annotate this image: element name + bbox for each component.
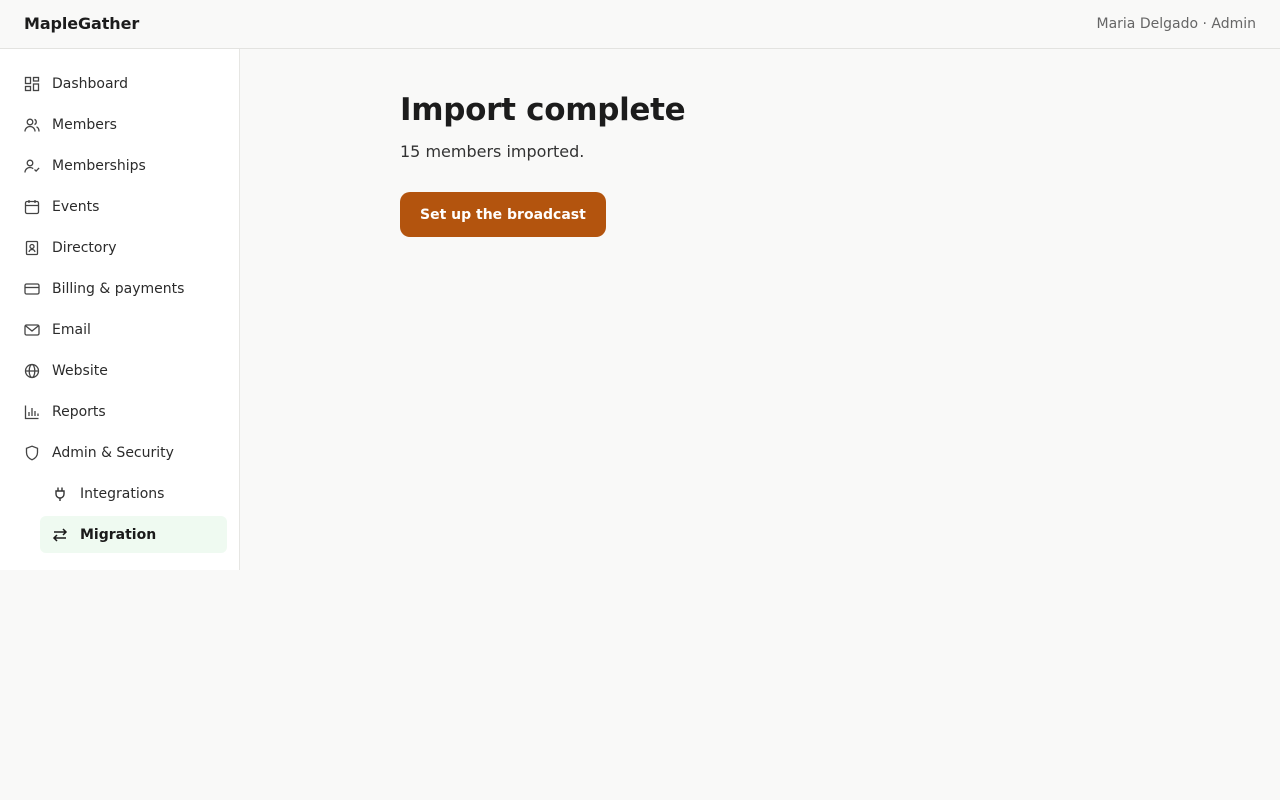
sidebar-item-integrations[interactable]: Integrations: [40, 475, 227, 512]
import-summary: 15 members imported.: [400, 142, 585, 161]
sidebar-item-label: Memberships: [52, 157, 146, 174]
sidebar-item-migration[interactable]: Migration: [40, 516, 227, 553]
sidebar-item-label: Admin & Security: [52, 444, 174, 461]
sidebar-item-label: Billing & payments: [52, 280, 185, 297]
sidebar-item-admin-security[interactable]: Admin & Security: [12, 434, 227, 471]
globe-icon: [24, 363, 40, 379]
sidebar: Dashboard Members Memberships Events Dir…: [0, 49, 240, 570]
sidebar-item-dashboard[interactable]: Dashboard: [12, 65, 227, 102]
sidebar-item-label: Dashboard: [52, 75, 128, 92]
sidebar-item-label: Reports: [52, 403, 106, 420]
sidebar-item-directory[interactable]: Directory: [12, 229, 227, 266]
sidebar-item-label: Members: [52, 116, 117, 133]
sidebar-item-events[interactable]: Events: [12, 188, 227, 225]
plug-icon: [52, 486, 68, 502]
sidebar-item-billing[interactable]: Billing & payments: [12, 270, 227, 307]
main-content: Import complete 15 members imported. Set…: [400, 92, 686, 237]
page-title: Import complete: [400, 92, 686, 128]
contact-book-icon: [24, 240, 40, 256]
sidebar-item-website[interactable]: Website: [12, 352, 227, 389]
sidebar-item-label: Events: [52, 198, 100, 215]
current-user[interactable]: Maria Delgado · Admin: [1096, 16, 1256, 32]
app-logo-text[interactable]: MapleGather: [24, 14, 139, 33]
set-up-broadcast-button[interactable]: Set up the broadcast: [400, 192, 606, 237]
sidebar-item-members[interactable]: Members: [12, 106, 227, 143]
sidebar-item-memberships[interactable]: Memberships: [12, 147, 227, 184]
calendar-icon: [24, 199, 40, 215]
swap-arrows-icon: [52, 527, 68, 543]
user-check-icon: [24, 158, 40, 174]
dashboard-icon: [24, 76, 40, 92]
mail-icon: [24, 322, 40, 338]
sidebar-item-label: Email: [52, 321, 91, 338]
bar-chart-icon: [24, 404, 40, 420]
top-bar: MapleGather Maria Delgado · Admin: [0, 0, 1280, 49]
sidebar-item-label: Migration: [80, 526, 157, 543]
users-icon: [24, 117, 40, 133]
sidebar-item-label: Website: [52, 362, 108, 379]
shield-icon: [24, 445, 40, 461]
sidebar-item-email[interactable]: Email: [12, 311, 227, 348]
sidebar-item-reports[interactable]: Reports: [12, 393, 227, 430]
sidebar-item-label: Directory: [52, 239, 117, 256]
credit-card-icon: [24, 281, 40, 297]
sidebar-item-label: Integrations: [80, 485, 165, 502]
